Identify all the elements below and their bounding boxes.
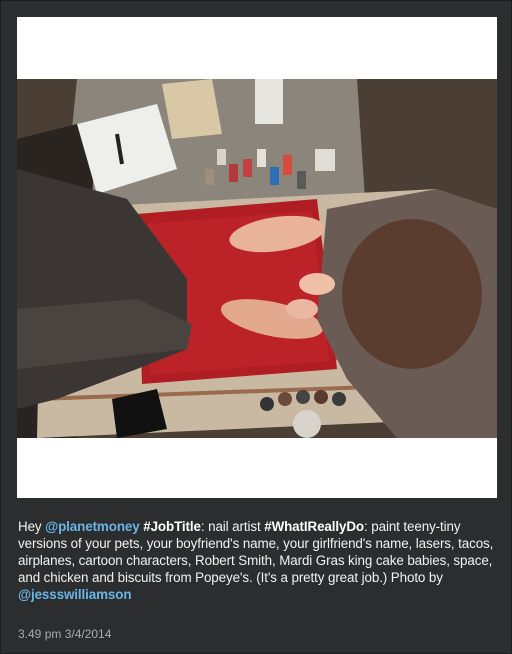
nail-artist-photo	[17, 79, 497, 438]
caption-greeting: Hey	[18, 519, 42, 534]
post-caption: Hey @planetmoney #JobTitle: nail artist …	[18, 518, 500, 603]
post-timestamp[interactable]: 3.49 pm 3/4/2014	[18, 627, 111, 641]
mention-link[interactable]: @planetmoney	[45, 519, 140, 534]
caption-text: : nail artist	[200, 519, 261, 534]
mention-link[interactable]: @jessswilliamson	[18, 587, 132, 602]
post-card: Hey @planetmoney #JobTitle: nail artist …	[0, 0, 512, 654]
photo-frame	[17, 17, 497, 498]
hashtag-link[interactable]: #JobTitle	[143, 519, 201, 534]
post-photo[interactable]	[17, 79, 497, 438]
hashtag-link[interactable]: #WhatIReallyDo	[264, 519, 364, 534]
